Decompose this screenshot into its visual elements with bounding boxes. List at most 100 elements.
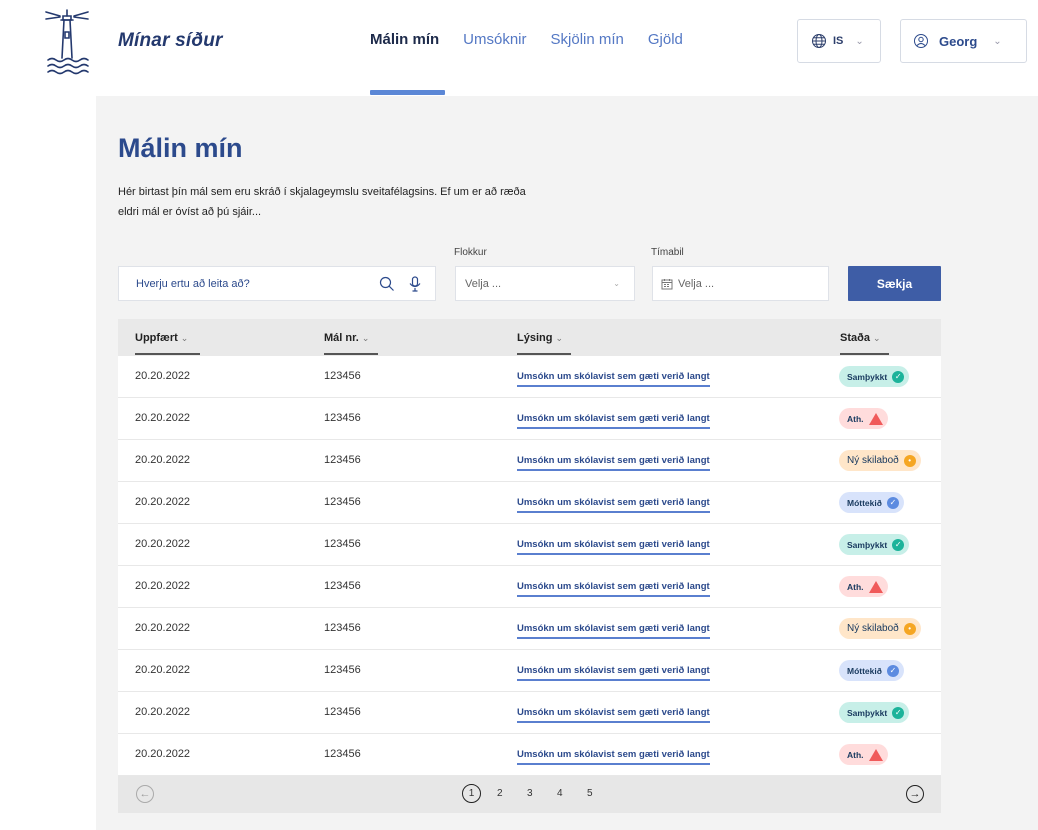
warning-icon — [868, 748, 883, 761]
case-description-link[interactable]: Umsókn um skólavist sem gæti verið langt — [517, 707, 710, 723]
column-header-description[interactable]: Lýsing ⌄ — [517, 332, 563, 344]
updated-date: 20.20.2022 — [135, 706, 191, 718]
status-badge: Ath. — [839, 744, 888, 765]
check-circle-icon: ✓ — [892, 706, 905, 719]
chevron-down-icon: ⌄ — [613, 279, 620, 288]
table-row[interactable]: 20.20.2022 123456 Umsókn um skólavist sem … — [118, 356, 941, 398]
warning-icon — [868, 580, 883, 593]
page-number-1[interactable]: 1 — [462, 784, 481, 803]
case-number: 123456 — [324, 412, 361, 424]
check-circle-icon: ✓ — [892, 370, 905, 383]
nav-link-gjold[interactable]: Gjöld — [648, 30, 683, 50]
submit-button[interactable]: Sækja — [848, 266, 941, 301]
case-number: 123456 — [324, 496, 361, 508]
table-row[interactable]: 20.20.2022 123456 Umsókn um skólavist sem … — [118, 566, 941, 608]
page-number-4[interactable]: 4 — [557, 788, 563, 799]
nav-link-malin-min[interactable]: Málin mín — [370, 30, 439, 50]
updated-date: 20.20.2022 — [135, 454, 191, 466]
pagination: ← 1 2 3 4 5 → — [118, 776, 941, 813]
brand-title[interactable]: Mínar síður — [118, 30, 223, 52]
status-label: Móttekið — [847, 497, 882, 508]
case-description-link[interactable]: Umsókn um skólavist sem gæti verið langt — [517, 455, 710, 471]
warning-icon — [868, 412, 883, 425]
case-description-link[interactable]: Umsókn um skólavist sem gæti verið langt — [517, 749, 710, 765]
status-label: Ath. — [847, 581, 864, 592]
category-value: Velja ... — [465, 277, 502, 290]
search-placeholder: Hverju ertu að leita að? — [136, 277, 250, 290]
top-header: Mínar síður Málin mín Umsóknir Skjölin m… — [0, 0, 1038, 96]
case-description-link[interactable]: Umsókn um skólavist sem gæti verið langt — [517, 497, 710, 513]
updated-date: 20.20.2022 — [135, 622, 191, 634]
table-row[interactable]: 20.20.2022 123456 Umsókn um skólavist sem … — [118, 734, 941, 776]
status-label: Samþykkt — [847, 707, 888, 718]
status-badge: Ný skilaboð • — [839, 450, 921, 471]
nav-link-skjolin-min[interactable]: Skjölin mín — [551, 30, 624, 50]
main-nav: Málin mín Umsóknir Skjölin mín Gjöld — [370, 30, 707, 50]
page-number-5[interactable]: 5 — [587, 788, 593, 799]
case-number: 123456 — [324, 622, 361, 634]
status-label: Ný skilaboð — [847, 455, 899, 466]
search-input[interactable]: Hverju ertu að leita að? — [118, 266, 436, 301]
column-header-case-number[interactable]: Mál nr. ⌄ — [324, 332, 369, 344]
case-description-link[interactable]: Umsókn um skólavist sem gæti verið langt — [517, 623, 710, 639]
category-label: Flokkur — [454, 247, 487, 258]
check-circle-icon: ✓ — [892, 538, 905, 551]
status-label: Móttekið — [847, 665, 882, 676]
microphone-icon[interactable] — [407, 275, 423, 292]
case-number: 123456 — [324, 748, 361, 760]
updated-date: 20.20.2022 — [135, 664, 191, 676]
case-number: 123456 — [324, 706, 361, 718]
cases-table: Uppfært ⌄ Mál nr. ⌄ Lýsing ⌄ Staða ⌄ 20.20.2… — [118, 319, 941, 813]
updated-date: 20.20.2022 — [135, 748, 191, 760]
period-value: Velja ... — [678, 277, 715, 290]
status-badge: Móttekið ✓ — [839, 492, 904, 513]
chevron-down-icon: ⌄ — [993, 35, 1002, 47]
active-nav-indicator — [370, 90, 445, 95]
period-label: Tímabil — [651, 247, 684, 258]
table-row[interactable]: 20.20.2022 123456 Umsókn um skólavist sem … — [118, 398, 941, 440]
language-code: IS — [833, 35, 844, 47]
user-avatar-icon — [914, 34, 928, 48]
table-row[interactable]: 20.20.2022 123456 Umsókn um skólavist sem … — [118, 440, 941, 482]
previous-page-button[interactable]: ← — [136, 785, 154, 803]
lighthouse-logo-icon[interactable] — [42, 6, 92, 76]
status-label: Ath. — [847, 749, 864, 760]
search-icon[interactable] — [379, 276, 395, 292]
updated-date: 20.20.2022 — [135, 412, 191, 424]
table-row[interactable]: 20.20.2022 123456 Umsókn um skólavist sem … — [118, 692, 941, 734]
column-underline — [840, 353, 889, 355]
column-header-status[interactable]: Staða ⌄ — [840, 332, 881, 344]
calendar-icon — [661, 278, 673, 289]
page-title: Málin mín — [118, 133, 243, 163]
table-row[interactable]: 20.20.2022 123456 Umsókn um skólavist sem … — [118, 482, 941, 524]
nav-link-umsoknir[interactable]: Umsóknir — [463, 30, 526, 50]
column-header-updated[interactable]: Uppfært ⌄ — [135, 332, 188, 344]
case-description-link[interactable]: Umsókn um skólavist sem gæti verið langt — [517, 413, 710, 429]
case-number: 123456 — [324, 664, 361, 676]
check-circle-icon: ✓ — [886, 664, 899, 677]
table-row[interactable]: 20.20.2022 123456 Umsókn um skólavist sem … — [118, 650, 941, 692]
period-date-picker[interactable]: Velja ... — [652, 266, 829, 301]
page-number-3[interactable]: 3 — [527, 788, 533, 799]
user-name: Georg — [939, 33, 978, 49]
status-badge: Ath. — [839, 576, 888, 597]
page-number-2[interactable]: 2 — [497, 788, 503, 799]
status-badge: Samþykkt ✓ — [839, 534, 910, 555]
message-dot-icon: • — [903, 454, 916, 467]
category-select[interactable]: Velja ... ⌄ — [455, 266, 635, 301]
check-circle-icon: ✓ — [886, 496, 899, 509]
chevron-down-icon: ⌄ — [855, 35, 864, 47]
user-menu[interactable]: Georg ⌄ — [900, 19, 1027, 63]
column-underline — [324, 353, 378, 355]
page-intro: Hér birtast þín mál sem eru skráð í skja… — [118, 186, 526, 218]
next-page-button[interactable]: → — [906, 785, 924, 803]
case-description-link[interactable]: Umsókn um skólavist sem gæti verið langt — [517, 371, 710, 387]
table-row[interactable]: 20.20.2022 123456 Umsókn um skólavist sem … — [118, 608, 941, 650]
case-description-link[interactable]: Umsókn um skólavist sem gæti verið langt — [517, 581, 710, 597]
language-selector[interactable]: IS ⌄ — [797, 19, 881, 63]
table-row[interactable]: 20.20.2022 123456 Umsókn um skólavist sem … — [118, 524, 941, 566]
case-description-link[interactable]: Umsókn um skólavist sem gæti verið langt — [517, 539, 710, 555]
column-underline — [517, 353, 571, 355]
case-description-link[interactable]: Umsókn um skólavist sem gæti verið langt — [517, 665, 710, 681]
column-underline — [135, 353, 200, 355]
